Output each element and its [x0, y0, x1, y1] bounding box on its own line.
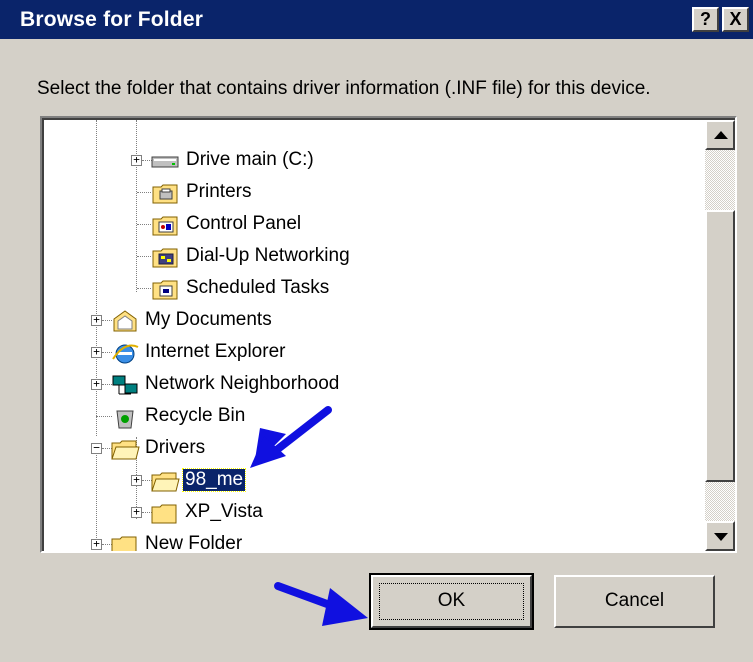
tree-item-dial-up-networking[interactable]: Dial-Up Networking: [137, 242, 537, 272]
annotation-arrow-icon: [250, 406, 332, 468]
tree-item-printers[interactable]: Printers: [137, 178, 537, 208]
my-documents-icon: [113, 310, 137, 332]
tree-item-drive-main[interactable]: + Drive main (C:): [130, 146, 530, 176]
tree-item-label: Drivers: [145, 437, 206, 458]
tree-item-label: Network Neighborhood: [145, 373, 340, 394]
tree-item-my-documents[interactable]: + My Documents: [90, 306, 490, 336]
folder-tree-content[interactable]: + Drive main (C:) Printers Control Panel…: [42, 118, 735, 551]
tree-item-label: XP_Vista: [185, 501, 263, 522]
control-panel-folder-icon: [152, 216, 178, 236]
collapse-button[interactable]: −: [91, 442, 102, 454]
hard-drive-icon: [151, 156, 179, 168]
printers-folder-icon: [152, 184, 178, 204]
title-bar[interactable]: Browse for Folder ? X: [0, 0, 753, 39]
expand-button[interactable]: +: [91, 314, 102, 326]
tree-item-scheduled-tasks[interactable]: Scheduled Tasks: [137, 274, 537, 304]
dialog-title: Browse for Folder: [20, 8, 204, 31]
scroll-up-button[interactable]: [705, 120, 735, 150]
tree-item-xp-vista[interactable]: + XP_Vista: [130, 498, 530, 528]
ok-button[interactable]: OK: [369, 573, 534, 630]
network-neighborhood-icon: [112, 375, 138, 395]
expand-button[interactable]: +: [91, 378, 102, 390]
tree-item-label: Printers: [186, 181, 252, 202]
arrow-down-icon: [714, 533, 728, 541]
tree-item-internet-explorer[interactable]: + Internet Explorer: [90, 338, 490, 368]
expand-button[interactable]: +: [131, 474, 142, 486]
folder-icon: [151, 504, 177, 524]
tree-item-network-neighborhood[interactable]: + Network Neighborhood: [90, 370, 490, 400]
tree-item-control-panel[interactable]: Control Panel: [137, 210, 537, 240]
arrow-up-icon: [714, 131, 728, 139]
instruction-text: Select the folder that contains driver i…: [37, 78, 651, 99]
help-button[interactable]: ?: [692, 7, 719, 32]
ok-button-label: OK: [437, 590, 466, 611]
internet-explorer-icon: [112, 344, 139, 364]
browse-for-folder-dialog: Browse for Folder ? X Select the folder …: [0, 0, 753, 662]
tree-item-label: Drive main (C:): [186, 149, 314, 170]
cancel-button-label: Cancel: [604, 590, 665, 611]
scroll-down-button[interactable]: [705, 521, 735, 551]
expand-button[interactable]: +: [131, 154, 142, 166]
close-button[interactable]: X: [722, 7, 749, 32]
tree-item-label: Dial-Up Networking: [186, 245, 350, 266]
tree-item-new-folder[interactable]: + New Folder: [90, 530, 490, 551]
tree-item-label: Recycle Bin: [145, 405, 246, 426]
tree-item-label: Internet Explorer: [145, 341, 286, 362]
folder-open-icon: [111, 440, 140, 460]
scrollbar-thumb[interactable]: [705, 210, 735, 482]
folder-tree-view[interactable]: + Drive main (C:) Printers Control Panel…: [40, 116, 737, 553]
folder-icon: [111, 536, 137, 551]
folder-open-icon: [151, 472, 180, 492]
tree-item-label: My Documents: [145, 309, 272, 330]
tree-item-98-me[interactable]: + 98_me: [130, 466, 530, 496]
tree-item-label: Scheduled Tasks: [186, 277, 330, 298]
tree-item-label: New Folder: [145, 533, 243, 551]
recycle-bin-icon: [116, 410, 134, 429]
tree-item-label: Control Panel: [186, 213, 302, 234]
tree-item-label-selected: 98_me: [181, 468, 247, 492]
expand-button[interactable]: +: [131, 506, 142, 518]
vertical-scrollbar[interactable]: [705, 120, 735, 551]
dial-up-folder-icon: [152, 248, 178, 268]
cancel-button[interactable]: Cancel: [554, 575, 715, 628]
annotation-arrow-icon: [274, 582, 368, 626]
scheduled-tasks-folder-icon: [152, 280, 178, 300]
expand-button[interactable]: +: [91, 346, 102, 358]
expand-button[interactable]: +: [91, 538, 102, 550]
